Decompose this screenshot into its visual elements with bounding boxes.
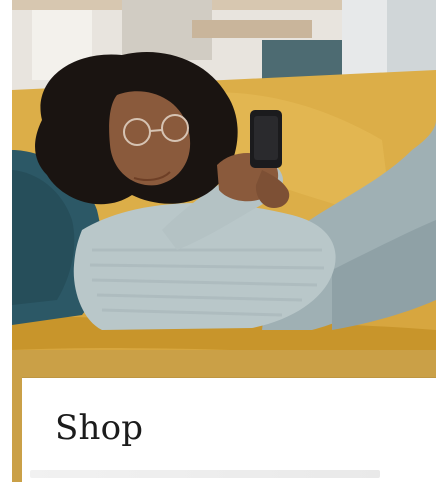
shop-card[interactable]: Shop — [22, 378, 436, 482]
shop-title: Shop — [55, 408, 144, 448]
shop-promo-screen: Shop — [0, 0, 446, 482]
shop-subtext-placeholder — [30, 470, 380, 478]
